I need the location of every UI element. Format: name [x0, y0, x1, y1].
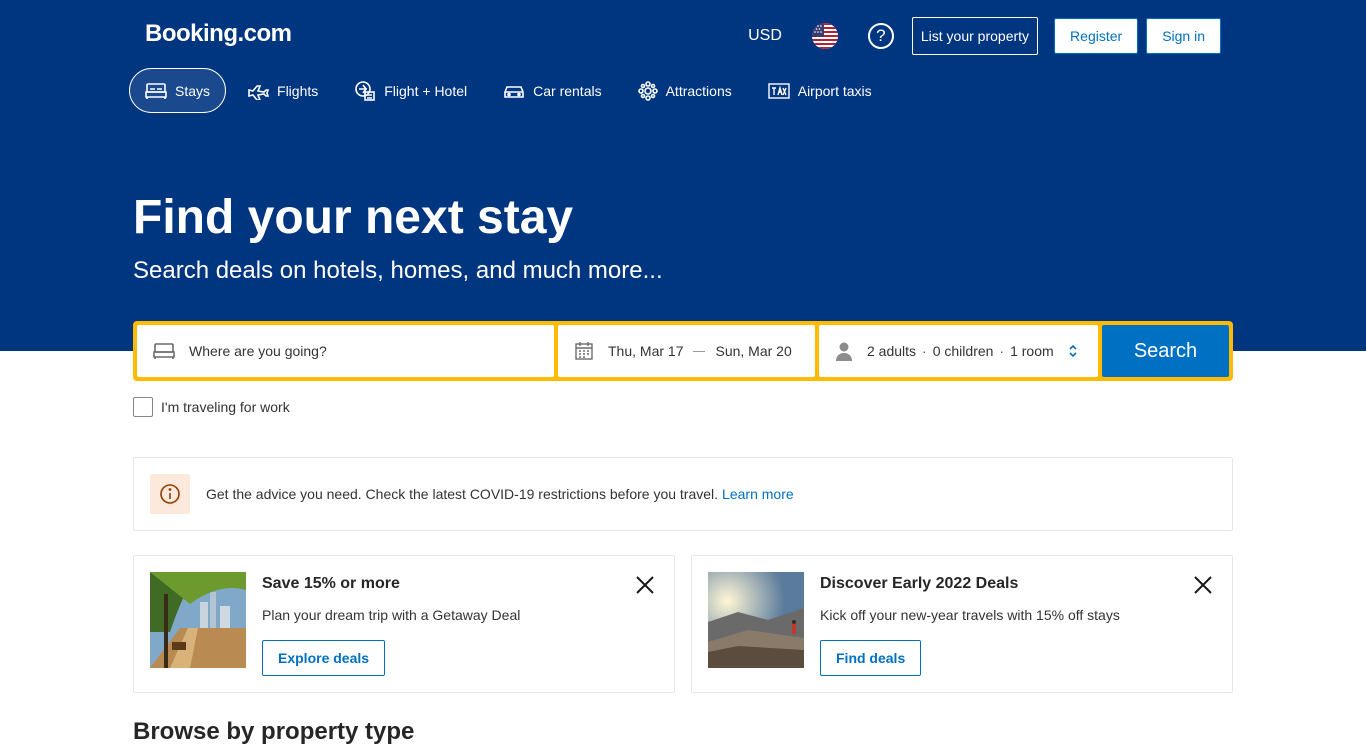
attractions-icon: [637, 80, 658, 101]
taxi-icon: [768, 82, 790, 99]
nav-tab-label: Car rentals: [533, 82, 602, 99]
currency-selector[interactable]: USD: [748, 27, 782, 45]
nav-tab-label: Airport taxis: [797, 82, 872, 99]
covid-notice: Get the advice you need. Check the lates…: [133, 457, 1233, 531]
nav-tab-flight-hotel[interactable]: Flight + Hotel: [339, 68, 482, 113]
park-photo: [150, 572, 246, 668]
nav-tab-airport-taxis[interactable]: Airport taxis: [753, 68, 887, 113]
car-icon: [504, 85, 524, 98]
covid-text: Get the advice you need. Check the lates…: [206, 486, 719, 502]
header-actions: USD ? List your property Register Sign i…: [748, 17, 1221, 55]
plane-icon: [248, 84, 270, 100]
mountain-photo: [708, 572, 804, 668]
promo-card-early-2022: Discover Early 2022 Deals Kick off your …: [691, 555, 1233, 693]
register-button[interactable]: Register: [1054, 18, 1139, 54]
bed-icon: [145, 82, 167, 99]
nav-tab-car-rentals[interactable]: Car rentals: [488, 68, 616, 113]
checkin-date: Thu, Mar 17: [608, 343, 684, 359]
promo-text: Plan your dream trip with a Getaway Deal: [262, 607, 521, 623]
checkout-date: Sun, Mar 20: [715, 343, 792, 359]
adults-count: 2 adults: [867, 343, 917, 359]
us-flag-icon[interactable]: [811, 23, 838, 49]
work-travel-label: I'm traveling for work: [161, 399, 290, 415]
destination-placeholder: Where are you going?: [189, 343, 327, 359]
list-property-button[interactable]: List your property: [911, 17, 1039, 55]
dot-separator: ·: [999, 343, 1005, 359]
find-deals-button[interactable]: Find deals: [820, 640, 922, 676]
promo-title: Save 15% or more: [262, 575, 400, 592]
chevron-up-down-icon: [1069, 344, 1077, 358]
work-travel-option[interactable]: I'm traveling for work: [133, 397, 290, 417]
promo-title: Discover Early 2022 Deals: [820, 575, 1019, 592]
nav-tab-stays[interactable]: Stays: [129, 68, 227, 113]
guests-selector[interactable]: 2 adults · 0 children · 1 room: [819, 325, 1098, 377]
promo-text: Kick off your new-year travels with 15% …: [820, 607, 1120, 623]
help-icon[interactable]: ?: [867, 23, 894, 49]
calendar-icon: [575, 342, 593, 360]
hero-subtitle: Search deals on hotels, homes, and much …: [133, 257, 663, 284]
booking-logo[interactable]: Booking.com: [145, 20, 292, 48]
nav-tab-label: Flight + Hotel: [384, 82, 468, 99]
work-travel-checkbox[interactable]: [133, 397, 153, 417]
explore-deals-button[interactable]: Explore deals: [262, 640, 386, 676]
date-separator: [693, 350, 706, 352]
browse-section-title: Browse by property type: [133, 718, 415, 745]
nav-tab-label: Flights: [277, 82, 319, 99]
search-button[interactable]: Search: [1102, 325, 1229, 377]
person-icon: [836, 342, 852, 361]
rooms-count: 1 room: [1010, 343, 1054, 359]
nav-tab-label: Stays: [175, 82, 211, 99]
close-icon[interactable]: [1192, 574, 1214, 596]
hero-title: Find your next stay: [133, 191, 574, 244]
learn-more-link[interactable]: Learn more: [722, 486, 794, 502]
date-picker[interactable]: Thu, Mar 17 Sun, Mar 20: [558, 325, 815, 377]
nav-tab-attractions[interactable]: Attractions: [623, 68, 747, 113]
bed-icon: [153, 343, 175, 359]
search-bar: Where are you going? Thu, Mar 17 Sun, Ma…: [133, 321, 1233, 381]
product-nav: Stays Flights Flight + Hotel Car rentals…: [129, 68, 893, 113]
children-count: 0 children: [932, 343, 994, 359]
nav-tab-label: Attractions: [665, 82, 732, 99]
close-icon[interactable]: [634, 574, 656, 596]
destination-input[interactable]: Where are you going?: [137, 325, 554, 377]
info-icon: [150, 474, 190, 514]
promo-card-getaway: Save 15% or more Plan your dream trip wi…: [133, 555, 675, 693]
flight-hotel-icon: [355, 80, 376, 101]
sign-in-button[interactable]: Sign in: [1146, 18, 1221, 54]
dot-separator: ·: [922, 343, 927, 359]
nav-tab-flights[interactable]: Flights: [232, 68, 333, 113]
